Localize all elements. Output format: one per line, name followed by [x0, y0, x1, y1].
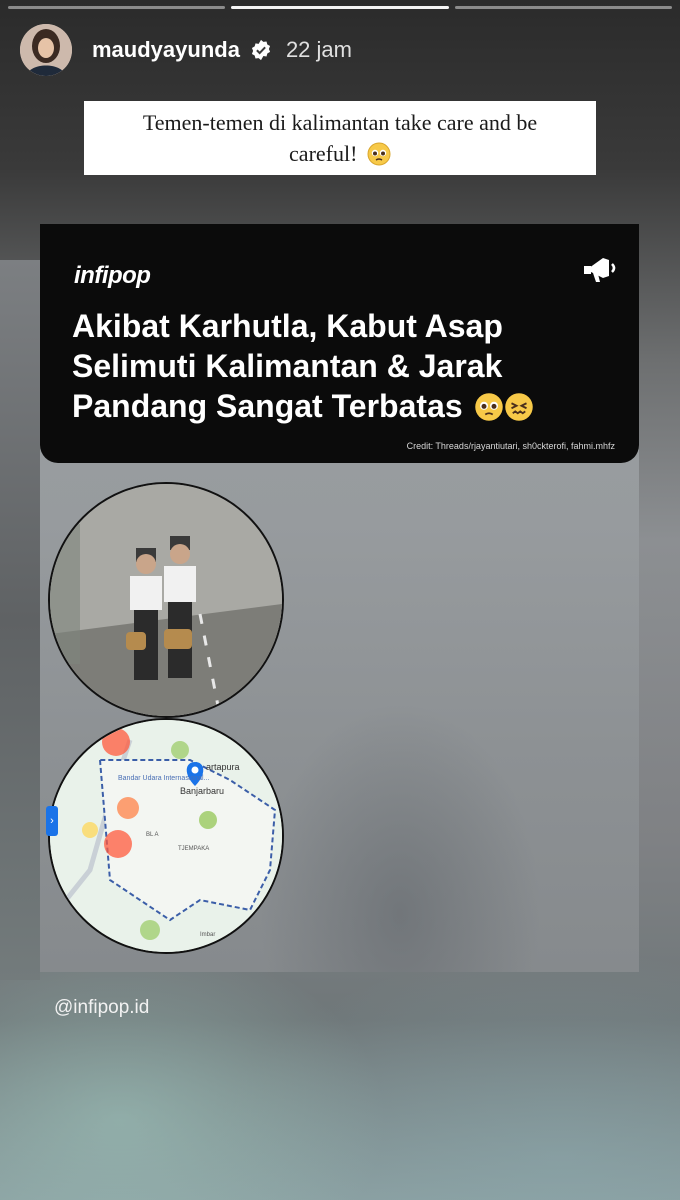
progress-segment-2 — [231, 6, 449, 9]
map-label-city2: Banjarbaru — [180, 786, 224, 796]
username[interactable]: maudyayunda — [92, 37, 240, 63]
background-blur-strip — [0, 260, 40, 980]
map-side-tab[interactable]: › — [46, 806, 58, 836]
story-progress-bar — [8, 6, 672, 9]
map-label-area1: BL A — [146, 832, 158, 838]
headline: Akibat Karhutla, Kabut Asap Selimuti Kal… — [72, 306, 612, 426]
map-label-airport: Bandar Udara Internasional... — [118, 775, 209, 782]
shared-post-card[interactable]: infipop Akibat Karhutla, Kabut Asap Seli… — [40, 224, 639, 972]
progress-segment-3 — [454, 6, 672, 9]
caption-line-2-text: careful! — [289, 141, 358, 166]
story-header: maudyayunda 22 jam — [20, 22, 352, 78]
brand-logo: infipop — [74, 262, 151, 289]
pleading-face-emoji-icon — [367, 142, 391, 166]
timestamp: 22 jam — [285, 37, 352, 62]
hotspot-map: artapura Banjarbaru Bandar Udara Interna… — [48, 718, 284, 954]
headline-text: Akibat Karhutla, Kabut Asap Selimuti Kal… — [72, 308, 503, 424]
verified-badge-icon — [251, 39, 271, 61]
map-label-corner: Imbar — [200, 932, 215, 938]
map-label-area2: TJEMPAKA — [178, 846, 209, 852]
caption-line-1: Temen-temen di kalimantan take care and … — [142, 110, 538, 135]
pleading-face-emoji-icon — [474, 393, 503, 421]
caption-box: Temen-temen di kalimantan take care and … — [84, 101, 596, 175]
avatar[interactable] — [20, 24, 72, 76]
megaphone-icon — [584, 258, 616, 282]
confounded-face-emoji-icon — [504, 393, 533, 421]
caption-line-2: careful! — [84, 138, 596, 169]
students-in-haze-photo — [48, 482, 284, 718]
headline-banner: infipop Akibat Karhutla, Kabut Asap Seli… — [40, 224, 639, 463]
photo-credit: Credit: Threads/rjayantiutari, sh0cktero… — [406, 441, 615, 451]
map-label-city1: artapura — [206, 762, 240, 772]
progress-segment-1 — [8, 6, 226, 9]
mention-tag[interactable]: @infipop.id — [54, 997, 149, 1019]
